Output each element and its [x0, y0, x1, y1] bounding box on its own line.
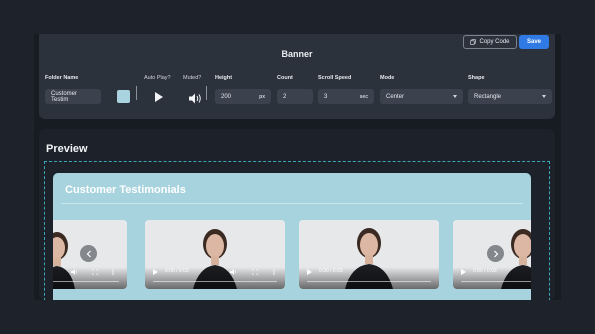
divider	[136, 86, 137, 100]
count-label: Count	[277, 75, 293, 81]
play-icon	[155, 92, 163, 102]
play-icon[interactable]	[307, 269, 312, 275]
more-options-icon[interactable]	[273, 269, 275, 275]
height-input[interactable]: 200 px	[215, 89, 271, 104]
video-time: 0:00 / 0:03	[165, 268, 189, 274]
height-value: 200	[221, 93, 232, 100]
height-unit: px	[259, 93, 265, 100]
preview-panel: Preview Customer Testimonials 0:00 / 0:0…	[39, 129, 555, 300]
more-options-icon[interactable]	[112, 269, 114, 275]
shape-value: Rectangle	[474, 93, 502, 100]
video-progress[interactable]	[53, 280, 119, 282]
video-time: 0:00 / 0:03	[473, 268, 497, 274]
chevron-left-icon	[86, 250, 91, 257]
testimonial-banner: Customer Testimonials 0:00 / 0:03 0:00 /…	[53, 173, 531, 300]
fullscreen-icon[interactable]	[92, 269, 98, 275]
copy-icon	[470, 39, 477, 45]
fullscreen-icon[interactable]	[252, 269, 258, 275]
play-icon[interactable]	[153, 269, 158, 275]
chevron-down-icon	[542, 95, 546, 98]
folder-name-input[interactable]: Customer Testim	[45, 89, 101, 104]
auto-play-label: Auto Play?	[144, 75, 171, 81]
mode-value: Center	[386, 93, 405, 100]
page-title: Banner	[281, 49, 313, 59]
volume-icon[interactable]	[230, 269, 237, 275]
shape-select[interactable]: Rectangle	[468, 89, 552, 104]
divider	[61, 203, 523, 204]
play-icon[interactable]	[461, 269, 466, 275]
color-swatch[interactable]	[117, 90, 130, 103]
height-label: Height	[215, 75, 233, 81]
video-progress[interactable]	[461, 280, 531, 282]
shape-label: Shape	[468, 75, 485, 81]
preview-title: Preview	[46, 143, 88, 155]
banner-title: Customer Testimonials	[65, 184, 186, 196]
divider	[206, 86, 207, 100]
video-controls-bar	[53, 267, 127, 289]
mode-select[interactable]: Center	[380, 89, 463, 104]
folder-name-label: Folder Name	[45, 75, 79, 81]
video-card[interactable]: 0:00 / 0:03	[299, 220, 439, 289]
app-window: Banner Copy Code Save Folder Name Auto P…	[34, 34, 561, 300]
copy-code-button[interactable]: Copy Code	[463, 35, 517, 49]
mode-label: Mode	[380, 75, 395, 81]
volume-icon	[189, 93, 201, 104]
muted-label: Muted?	[183, 75, 202, 81]
video-time: 0:00 / 0:03	[319, 268, 343, 274]
carousel-prev-button[interactable]	[80, 245, 97, 262]
video-progress[interactable]	[307, 280, 431, 282]
chevron-right-icon	[493, 250, 498, 257]
volume-icon[interactable]	[71, 269, 78, 275]
carousel-next-button[interactable]	[487, 245, 504, 262]
scroll-speed-value: 3	[324, 93, 328, 100]
count-value: 2	[283, 93, 287, 100]
count-input[interactable]: 2	[277, 89, 313, 104]
folder-name-value: Customer Testim	[51, 90, 78, 103]
copy-code-label: Copy Code	[479, 39, 510, 45]
scroll-speed-unit: sec	[359, 93, 368, 100]
auto-play-toggle[interactable]	[154, 90, 164, 108]
chevron-down-icon	[453, 95, 457, 98]
video-progress[interactable]	[153, 280, 277, 282]
settings-panel: Banner Copy Code Save Folder Name Auto P…	[39, 34, 555, 119]
scroll-speed-input[interactable]: 3 sec	[318, 89, 374, 104]
save-button[interactable]: Save	[519, 35, 549, 49]
scroll-speed-label: Scroll Speed	[318, 75, 352, 81]
video-card[interactable]: 0:00 / 0:03	[145, 220, 285, 289]
muted-toggle[interactable]	[189, 91, 203, 109]
